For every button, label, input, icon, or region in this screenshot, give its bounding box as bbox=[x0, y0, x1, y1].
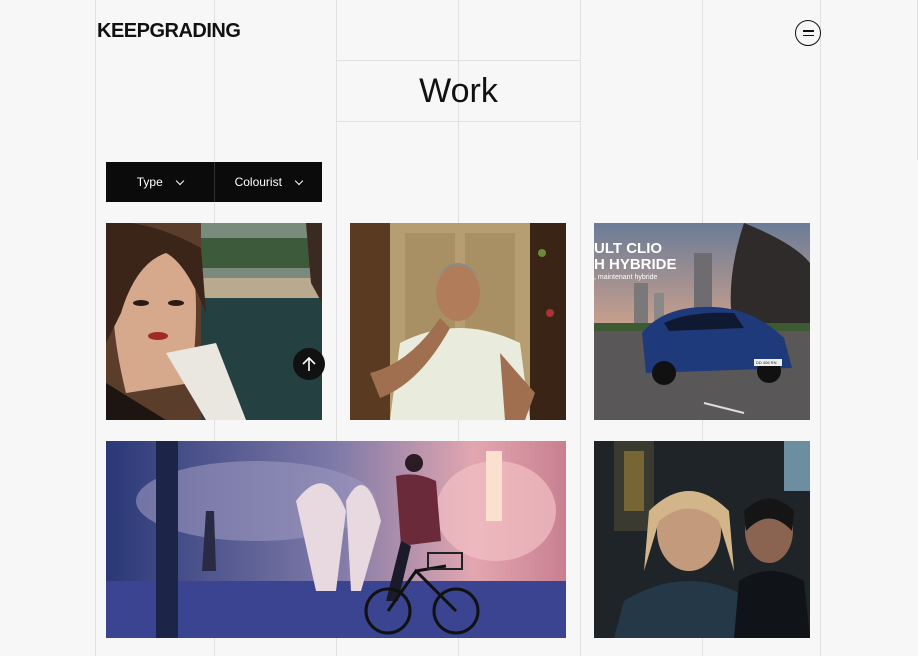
menu-button[interactable] bbox=[795, 20, 821, 46]
ad-headline-line1: ULT CLIO bbox=[594, 240, 663, 257]
menu-lines-icon bbox=[802, 34, 814, 36]
menu-lines-icon bbox=[802, 30, 814, 32]
ad-subline: , maintenant hybride bbox=[594, 274, 658, 281]
project-thumbnail bbox=[350, 223, 566, 420]
filter-colourist-dropdown[interactable]: Colourist bbox=[213, 162, 323, 202]
ad-headline-line2: H HYBRIDE bbox=[594, 256, 677, 273]
license-plate: DD 406 RN bbox=[756, 360, 777, 365]
filter-colourist-label: Colourist bbox=[234, 175, 282, 189]
project-tile-cyclist[interactable] bbox=[106, 441, 566, 638]
filter-bar: Type Colourist bbox=[106, 162, 322, 202]
project-thumbnail bbox=[106, 223, 322, 420]
chevron-down-icon bbox=[294, 176, 304, 185]
project-thumbnail bbox=[594, 441, 810, 638]
chevron-down-icon bbox=[175, 176, 184, 185]
grid-line bbox=[95, 0, 96, 656]
arrow-up-icon bbox=[302, 356, 316, 371]
project-tile-musician[interactable] bbox=[350, 223, 566, 420]
project-tile-band[interactable] bbox=[594, 441, 810, 638]
filter-type-dropdown[interactable]: Type bbox=[106, 162, 214, 202]
grid-line bbox=[580, 0, 581, 656]
filter-type-label: Type bbox=[136, 175, 163, 189]
grid-line bbox=[820, 0, 821, 656]
site-logo[interactable]: KEEPGRADING bbox=[97, 20, 241, 43]
project-tile-renault-clio[interactable]: ULT CLIO H HYBRIDE , maintenant hybride … bbox=[594, 223, 810, 420]
scroll-to-top-button[interactable] bbox=[293, 348, 325, 380]
page-title: Work bbox=[419, 72, 498, 110]
project-thumbnail bbox=[106, 441, 566, 638]
project-tile-portrait[interactable] bbox=[106, 223, 322, 420]
work-page: KEEPGRADING Work Type Colourist ULT CLIO… bbox=[0, 0, 918, 656]
